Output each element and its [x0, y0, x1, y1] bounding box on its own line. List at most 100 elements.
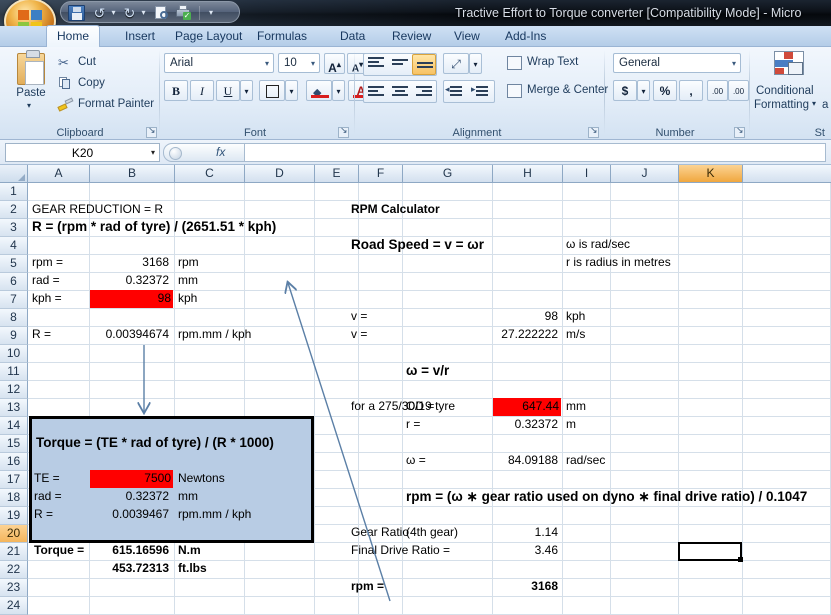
row-header-10[interactable]: 10 [0, 345, 28, 363]
currency-button[interactable]: $ [613, 80, 637, 101]
cell-B9[interactable]: 0.00394674 [89, 326, 171, 344]
cell-B6[interactable]: 0.32372 [89, 272, 171, 290]
font-size-combo[interactable]: 10 ▾ [278, 53, 320, 73]
cells-area[interactable]: GEAR REDUCTION = R R = (rpm * rad of tyr… [28, 183, 831, 615]
chevron-down-icon[interactable]: ▾ [732, 54, 736, 73]
redo-icon[interactable]: ↻ [121, 5, 138, 21]
column-header-K[interactable]: K [679, 165, 743, 183]
cell-F23[interactable]: rpm = [349, 578, 409, 596]
cell-B21[interactable]: 453.72313 [89, 560, 171, 578]
print-preview-icon[interactable] [153, 5, 170, 21]
cell-A18[interactable]: R = [32, 506, 88, 524]
cell-I14[interactable]: m [564, 416, 608, 434]
row-header-18[interactable]: 18 [0, 489, 28, 507]
copy-button[interactable]: Copy [58, 74, 105, 93]
cell-C5[interactable]: rpm [176, 254, 242, 272]
cell-A3[interactable]: R = (rpm * rad of tyre) / (2651.51 * kph… [30, 218, 320, 236]
cell-H13[interactable]: 647.44 [493, 398, 561, 416]
clipboard-dialog-launcher[interactable] [146, 125, 157, 138]
row-header-16[interactable]: 16 [0, 453, 28, 471]
chevron-down-icon[interactable]: ▾ [812, 99, 816, 108]
row-header-4[interactable]: 4 [0, 237, 28, 255]
insert-function-icon[interactable]: fx [216, 145, 225, 159]
cell-H16[interactable]: 84.09188 [492, 452, 560, 470]
row-header-11[interactable]: 11 [0, 363, 28, 381]
number-dialog-launcher[interactable] [734, 125, 745, 138]
cell-C18[interactable]: rpm.mm / kph [176, 506, 296, 524]
increase-indent-button[interactable]: ▸ [470, 81, 494, 102]
align-bottom-button[interactable] [412, 54, 436, 75]
cell-B7[interactable]: 98 [90, 290, 173, 308]
alignment-dialog-launcher[interactable] [588, 125, 599, 138]
row-header-2[interactable]: 2 [0, 201, 28, 219]
increase-decimal-button[interactable]: .00 [707, 80, 728, 101]
cell-F4[interactable]: Road Speed = v = ωr [349, 236, 539, 254]
cell-B5[interactable]: 3168 [89, 254, 171, 272]
cell-C6[interactable]: mm [176, 272, 242, 290]
conditional-formatting-button[interactable] [774, 51, 808, 81]
chevron-down-icon[interactable]: ▾ [151, 144, 155, 162]
row-header-3[interactable]: 3 [0, 219, 28, 237]
orientation-button[interactable]: ⤢ [443, 53, 469, 74]
cell-F8[interactable]: v = [349, 308, 389, 326]
cell-C9[interactable]: rpm.mm / kph [176, 326, 296, 344]
name-box[interactable]: K20 ▾ [5, 143, 160, 162]
chevron-down-icon[interactable]: ▾ [311, 54, 315, 73]
formula-input[interactable] [245, 143, 826, 162]
tab-view[interactable]: View [444, 26, 490, 47]
number-format-combo[interactable]: General ▾ [613, 53, 741, 73]
cell-A14[interactable]: Torque = (TE * rad of tyre) / (R * 1000) [34, 434, 314, 452]
font-dialog-launcher[interactable] [338, 125, 349, 138]
row-header-8[interactable]: 8 [0, 309, 28, 327]
underline-button[interactable]: U [216, 80, 240, 101]
row-header-13[interactable]: 13 [0, 399, 28, 417]
borders-button[interactable] [259, 80, 285, 101]
fill-color-button[interactable]: ◆ [306, 80, 332, 101]
align-left-button[interactable] [364, 81, 388, 102]
borders-dropdown-icon[interactable]: ▾ [285, 80, 298, 101]
cell-G11[interactable]: ω = v/r [404, 362, 494, 380]
cell-H9[interactable]: 27.222222 [492, 326, 560, 344]
fill-handle[interactable] [738, 557, 743, 562]
column-header-E[interactable]: E [315, 165, 359, 183]
cell-A17[interactable]: rad = [32, 488, 88, 506]
column-header-H[interactable]: H [493, 165, 563, 183]
cell-G20[interactable]: (4th gear) [404, 524, 484, 542]
cell-H23[interactable]: 3168 [492, 578, 560, 596]
cell-C16[interactable]: Newtons [176, 470, 242, 488]
cell-G16[interactable]: ω = [404, 452, 464, 470]
tab-add-ins[interactable]: Add-Ins [495, 26, 556, 47]
font-name-combo[interactable]: Arial ▾ [164, 53, 274, 73]
active-cell-selection[interactable] [678, 542, 743, 562]
chevron-down-icon[interactable]: ▾ [27, 101, 31, 110]
cell-B16[interactable]: 7500 [90, 470, 173, 488]
customize-qat-icon[interactable]: ▾ [205, 5, 217, 21]
cell-B18[interactable]: 0.0039467 [89, 506, 171, 524]
row-header-15[interactable]: 15 [0, 435, 28, 453]
grow-font-button[interactable]: A▴ [324, 53, 345, 75]
tab-review[interactable]: Review [382, 26, 441, 47]
cell-C21[interactable]: ft.lbs [176, 560, 242, 578]
orientation-dropdown-icon[interactable]: ▾ [469, 53, 482, 74]
column-header-D[interactable]: D [245, 165, 315, 183]
cell-I5[interactable]: r is radius in metres [564, 254, 704, 272]
row-header-14[interactable]: 14 [0, 417, 28, 435]
cell-H21[interactable]: 3.46 [492, 542, 560, 560]
tab-page-layout[interactable]: Page Layout [165, 26, 252, 47]
cell-F9[interactable]: v = [349, 326, 389, 344]
row-header-20[interactable]: 20 [0, 525, 28, 543]
underline-dropdown-icon[interactable]: ▾ [240, 80, 253, 101]
column-header-I[interactable]: I [563, 165, 611, 183]
row-header-23[interactable]: 23 [0, 579, 28, 597]
cell-I4[interactable]: ω is rad/sec [564, 236, 674, 254]
tab-data[interactable]: Data [330, 26, 375, 47]
column-header-J[interactable]: J [611, 165, 679, 183]
cell-A7[interactable]: kph = [30, 290, 88, 308]
cell-A9[interactable]: R = [30, 326, 88, 344]
fill-color-dropdown-icon[interactable]: ▾ [332, 80, 345, 101]
cell-H8[interactable]: 98 [492, 308, 560, 326]
cell-F21[interactable]: Final Drive Ratio = [349, 542, 469, 560]
cell-I13[interactable]: mm [564, 398, 608, 416]
cell-I8[interactable]: kph [564, 308, 608, 326]
bold-button[interactable]: B [164, 80, 188, 101]
